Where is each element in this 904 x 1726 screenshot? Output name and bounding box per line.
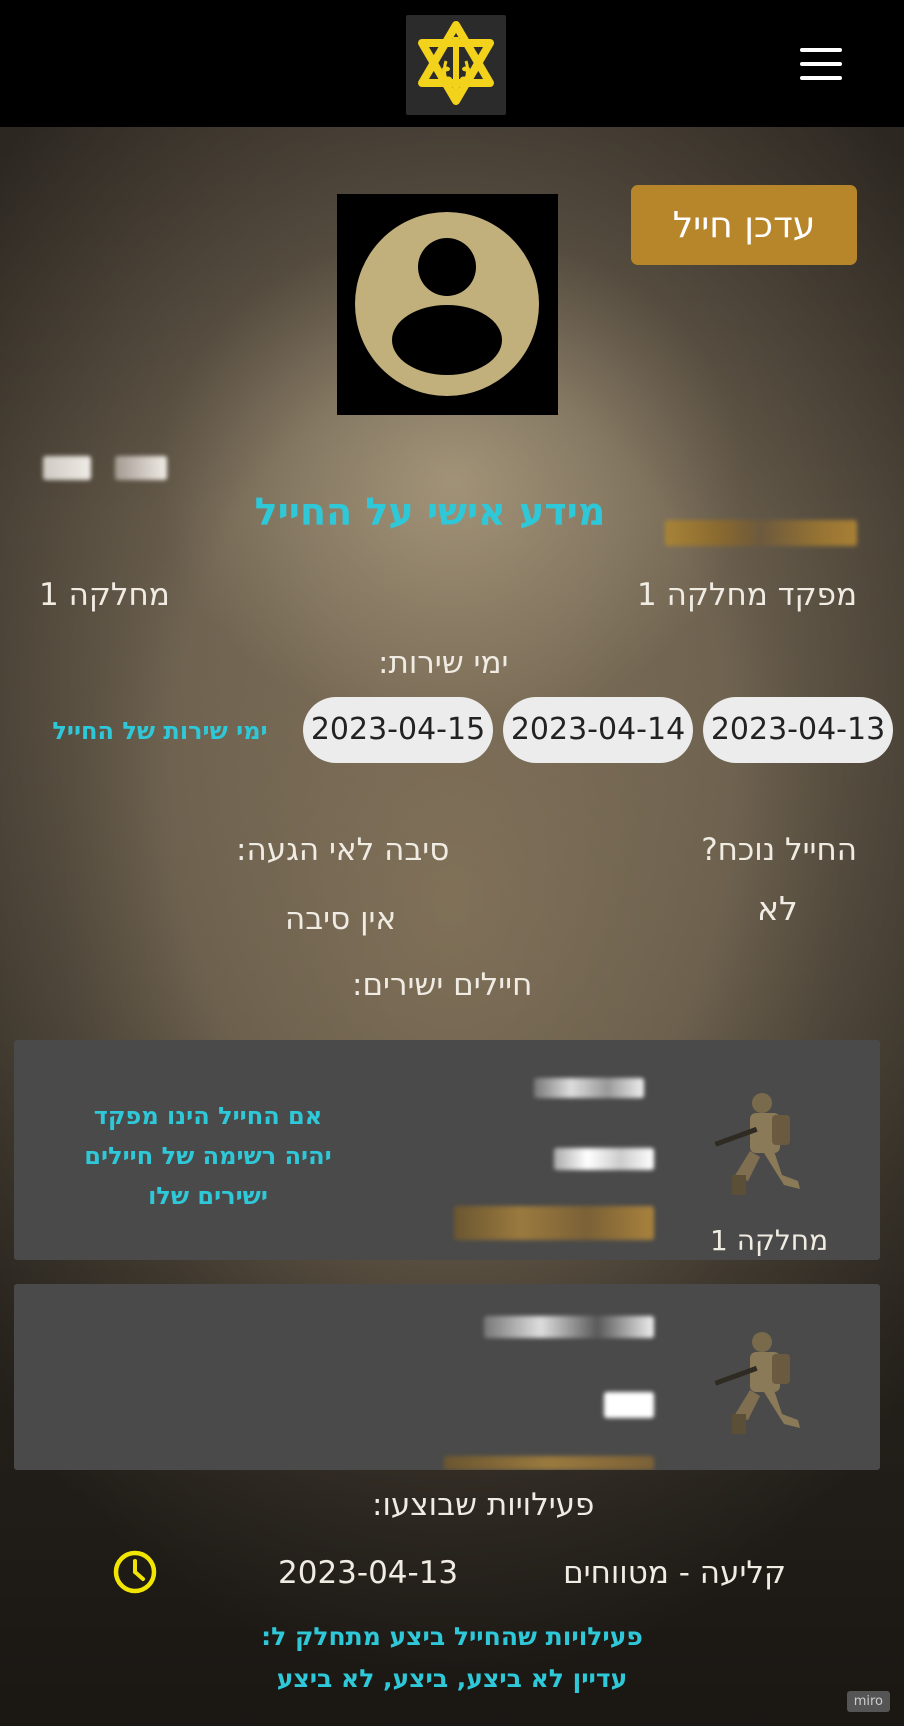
presence-label: החייל נוכח? (701, 832, 857, 868)
redacted-name-left-2 (115, 456, 167, 480)
service-days-hint: ימי שירות של החייל (52, 717, 268, 745)
presence-value: לא (757, 889, 798, 928)
redacted-soldier-name (484, 1316, 654, 1338)
soldier-unit: מחלקה 1 (39, 577, 170, 613)
kneeling-soldier-image (714, 1093, 800, 1195)
direct-soldier-card[interactable] (14, 1284, 880, 1470)
kneeling-soldier-image (714, 1332, 800, 1434)
direct-soldier-card[interactable]: מחלקה 1 אם החייל הינו מפקד יהיה רשימה של… (14, 1040, 880, 1260)
activities-hint-line1: פעילויות שהחייל ביצע מתחלק ל: (261, 1622, 643, 1651)
update-soldier-button[interactable]: עדכן חייל (631, 185, 857, 265)
clock-icon[interactable] (112, 1549, 158, 1595)
absence-reason-label: סיבה לאי הגעה: (236, 832, 450, 868)
redacted-name-left (43, 456, 91, 480)
redacted-soldier-id (604, 1392, 654, 1418)
redacted-soldier-name (534, 1078, 644, 1098)
activities-hint-line2: עדיין לא ביצע, ביצע, לא ביצע (276, 1664, 628, 1693)
direct-soldiers-hint: אם החייל הינו מפקד יהיה רשימה של חיילים … (84, 1102, 332, 1210)
soldier-card-unit: מחלקה 1 (710, 1224, 829, 1257)
hamburger-menu-icon[interactable] (800, 48, 842, 80)
activity-date: 2023-04-13 (278, 1555, 459, 1591)
page: עדכן חייל מידע אישי על החייל מפקד מחלקה … (0, 0, 904, 1726)
service-day-chip[interactable]: 2023-04-15 (303, 697, 493, 763)
service-day-chip[interactable]: 2023-04-14 (503, 697, 693, 763)
direct-soldiers-label: חיילים ישירים: (352, 967, 533, 1003)
absence-reason-value: אין סיבה (285, 901, 397, 937)
soldier-role: מפקד מחלקה 1 (637, 577, 857, 613)
activity-name: קליעה - מטווחים (563, 1555, 786, 1591)
service-day-chip[interactable]: 2023-04-13 (703, 697, 893, 763)
redacted-soldier-phone (444, 1456, 654, 1470)
miro-watermark: miro (846, 1691, 890, 1712)
redacted-soldier-phone (454, 1206, 654, 1240)
redacted-name-right (665, 520, 857, 546)
personal-info-title: מידע אישי על החייל (254, 490, 606, 534)
user-avatar-icon (337, 194, 558, 415)
service-days-label: ימי שירות: (378, 645, 509, 681)
top-navigation-bar (0, 0, 904, 127)
activities-label: פעילויות שבוצעו: (372, 1487, 595, 1523)
redacted-soldier-id (554, 1148, 654, 1170)
idf-logo-icon[interactable] (406, 15, 506, 115)
